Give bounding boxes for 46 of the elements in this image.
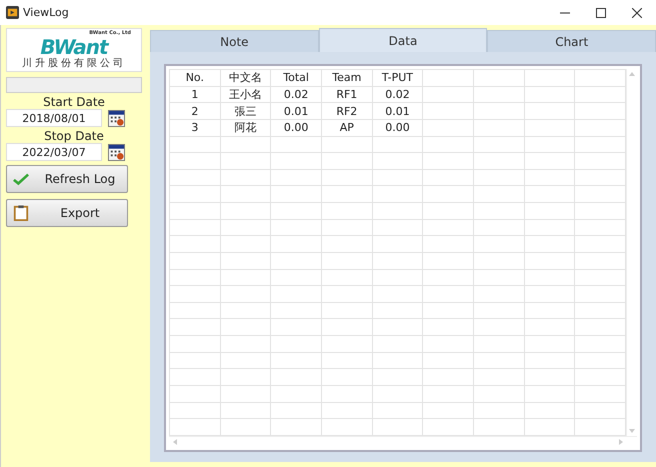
date-label: Stop Date (43, 129, 105, 143)
column-header: Team (321, 70, 372, 86)
table-cell: RF1 (321, 86, 372, 103)
table-cell: 0.00 (270, 119, 322, 136)
close-icon[interactable] (632, 8, 642, 18)
table-cell: 張三 (220, 102, 271, 120)
table-cell: 0.01 (270, 102, 322, 120)
table-cell: AP (321, 119, 372, 136)
horizontal-scrollbar[interactable] (169, 436, 637, 447)
clipboard-icon (13, 205, 29, 221)
scroll-right-icon[interactable] (619, 439, 623, 445)
table-cell: 2 (170, 102, 220, 120)
app-icon (6, 6, 19, 19)
calendar-icon[interactable] (108, 110, 125, 126)
table-cell: 3 (170, 119, 220, 136)
date-field[interactable]: 2022/03/07 (6, 143, 102, 161)
column-header: T-PUT (372, 70, 423, 86)
export-button[interactable]: Export (6, 199, 128, 227)
refresh-button[interactable]: Refresh Log (6, 165, 128, 193)
table-cell: 0.02 (372, 86, 423, 103)
status-field[interactable] (6, 77, 142, 93)
date-field[interactable]: 2018/08/01 (6, 109, 102, 127)
date-label: Start Date (42, 95, 106, 109)
tab[interactable]: Data (318, 28, 488, 52)
tab[interactable]: Chart (487, 30, 656, 52)
maximize-icon[interactable] (596, 8, 606, 18)
scroll-left-icon[interactable] (173, 439, 177, 445)
scroll-down-icon[interactable] (629, 429, 635, 433)
column-header: No. (170, 70, 220, 86)
scroll-up-icon[interactable] (629, 72, 635, 76)
tab[interactable]: Note (150, 30, 319, 52)
table-cell: 王小名 (220, 86, 271, 103)
table-cell: 0.01 (372, 102, 423, 120)
column-header: 中文名 (220, 70, 271, 86)
table-cell: 0.02 (270, 86, 322, 103)
table-cell: RF2 (321, 102, 372, 120)
table-cell: 1 (170, 86, 220, 103)
brand-logo-text: BWant (40, 36, 108, 58)
calendar-icon[interactable] (108, 144, 125, 160)
vertical-scrollbar[interactable] (626, 69, 637, 436)
table-cell: 0.00 (372, 119, 423, 136)
column-header: Total (270, 70, 322, 86)
table-cell: 阿花 (220, 119, 271, 136)
window-title: ViewLog (23, 6, 69, 19)
checkmark-icon (13, 171, 29, 187)
company-chinese-name: 川升股份有限公司 (22, 58, 126, 70)
